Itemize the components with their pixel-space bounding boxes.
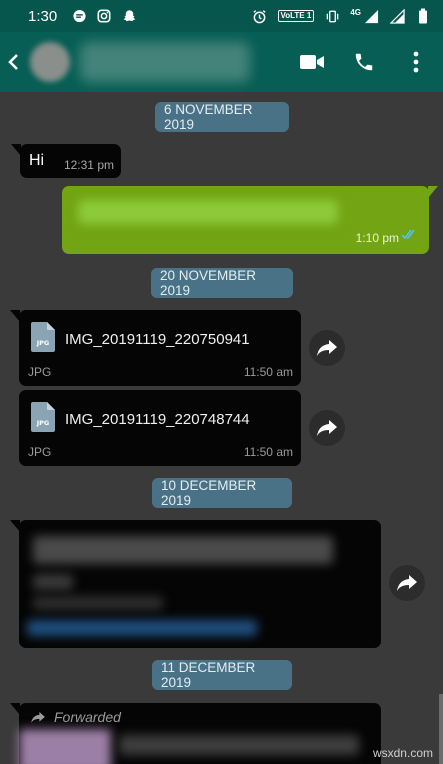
document-message[interactable]: JPG IMG_20191119_220750941 JPG 11:50 am: [10, 310, 301, 386]
jpg-file-icon: JPG: [31, 402, 55, 437]
chat-header: [0, 32, 443, 92]
status-bar: 1:30 VoLTE 1 4G: [0, 0, 443, 32]
document-message[interactable]: JPG IMG_20191119_220748744 JPG 11:50 am: [19, 390, 301, 466]
svg-text:JPG: JPG: [36, 419, 50, 427]
chat-notification-icon: [71, 8, 87, 24]
status-time: 1:30: [28, 7, 58, 25]
chat-area[interactable]: 6 NOVEMBER 2019 Hi 12:31 pm 1:10 pm 20 N…: [0, 92, 443, 764]
instagram-icon: [96, 8, 112, 24]
read-ticks-icon: [401, 227, 418, 245]
document-filename: IMG_20191119_220748744: [65, 411, 250, 428]
watermark-text: wsxdn.com: [372, 746, 433, 760]
signal-strength-icon: [363, 8, 379, 24]
forwarded-message[interactable]: Forwarded: [10, 703, 381, 764]
blurred-link-title: [33, 536, 333, 564]
battery-icon: [415, 8, 431, 24]
date-separator: 10 DECEMBER 2019: [152, 478, 292, 508]
signal-strength-2-icon: [389, 8, 405, 24]
svg-text:JPG: JPG: [36, 339, 50, 347]
message-text: Hi: [29, 152, 45, 169]
contact-avatar[interactable]: [30, 42, 70, 82]
blurred-thumbnail: [19, 729, 111, 764]
blurred-link-text: [33, 574, 73, 590]
back-arrow-icon[interactable]: [6, 52, 28, 72]
blurred-link-url: [27, 620, 257, 636]
forwarded-label: Forwarded: [54, 709, 121, 725]
forward-icon[interactable]: [309, 410, 345, 446]
document-filetype: JPG: [28, 445, 52, 459]
message-time: 1:10 pm: [355, 231, 399, 245]
document-filetype: JPG: [28, 365, 52, 379]
vibrate-icon: [324, 8, 340, 24]
blurred-message-text: [78, 200, 338, 224]
date-separator: 11 DECEMBER 2019: [152, 660, 292, 690]
link-preview-message[interactable]: [10, 520, 381, 648]
message-time: 11:50 am: [243, 365, 293, 379]
volte-indicator: VoLTE 1: [277, 10, 315, 22]
more-vert-icon[interactable]: [403, 49, 429, 75]
forwarded-icon: [31, 710, 45, 728]
outgoing-text-message[interactable]: 1:10 pm: [62, 186, 438, 254]
message-time: 11:50 am: [243, 445, 293, 459]
blurred-link-text-2: [33, 596, 163, 610]
contact-name-blurred[interactable]: [80, 42, 250, 82]
network-type-label: 4G: [350, 8, 361, 17]
date-separator: 20 NOVEMBER 2019: [151, 268, 293, 298]
message-time: 12:31 pm: [63, 158, 114, 172]
incoming-text-message[interactable]: Hi 12:31 pm: [11, 144, 121, 178]
document-filename: IMG_20191119_220750941: [65, 331, 250, 348]
date-separator: 6 NOVEMBER 2019: [155, 102, 289, 132]
jpg-file-icon: JPG: [31, 322, 55, 357]
scrollbar[interactable]: [439, 694, 443, 764]
forward-icon[interactable]: [389, 565, 425, 601]
alarm-icon: [252, 8, 268, 24]
video-call-icon[interactable]: [299, 49, 325, 75]
forward-icon[interactable]: [309, 330, 345, 366]
blurred-forwarded-text: [119, 735, 359, 755]
phone-icon[interactable]: [351, 49, 377, 75]
snapchat-icon: [121, 8, 137, 24]
